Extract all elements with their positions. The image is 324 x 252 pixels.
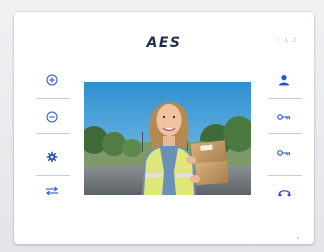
person-icon <box>278 74 290 86</box>
right-divider-2 <box>268 133 302 134</box>
right-divider-1 <box>268 98 302 99</box>
settings-button[interactable] <box>41 148 63 166</box>
video-display <box>84 82 251 195</box>
settings-icon <box>46 151 58 163</box>
volume-down-button[interactable] <box>41 108 63 126</box>
transfer-button[interactable] <box>41 182 63 200</box>
microphone-hole <box>297 237 299 239</box>
plus-circle-icon <box>46 74 58 86</box>
transfer-arrows-icon <box>45 186 59 196</box>
status-led-idle: ○ <box>275 38 280 44</box>
door-unlock-2-button[interactable] <box>273 144 295 162</box>
door-unlock-1-button[interactable] <box>273 108 295 126</box>
status-led-1: 1 <box>284 38 288 44</box>
answer-call-button[interactable] <box>273 182 295 200</box>
key-icon <box>277 113 291 121</box>
volume-up-button[interactable] <box>41 71 63 89</box>
left-divider-2 <box>36 133 70 134</box>
right-divider-3 <box>268 175 302 176</box>
left-divider-1 <box>36 98 70 99</box>
camera-feed-image <box>84 82 251 195</box>
status-indicators: ○ 1 2 <box>276 38 296 44</box>
key-icon <box>277 149 291 157</box>
contacts-button[interactable] <box>273 71 295 89</box>
brand-logo: AES <box>146 35 182 51</box>
status-led-2: 2 <box>292 38 296 44</box>
video-intercom-monitor: AES ○ 1 2 <box>14 12 314 244</box>
handset-icon <box>277 186 291 197</box>
minus-circle-icon <box>46 111 58 123</box>
left-divider-3 <box>36 175 70 176</box>
